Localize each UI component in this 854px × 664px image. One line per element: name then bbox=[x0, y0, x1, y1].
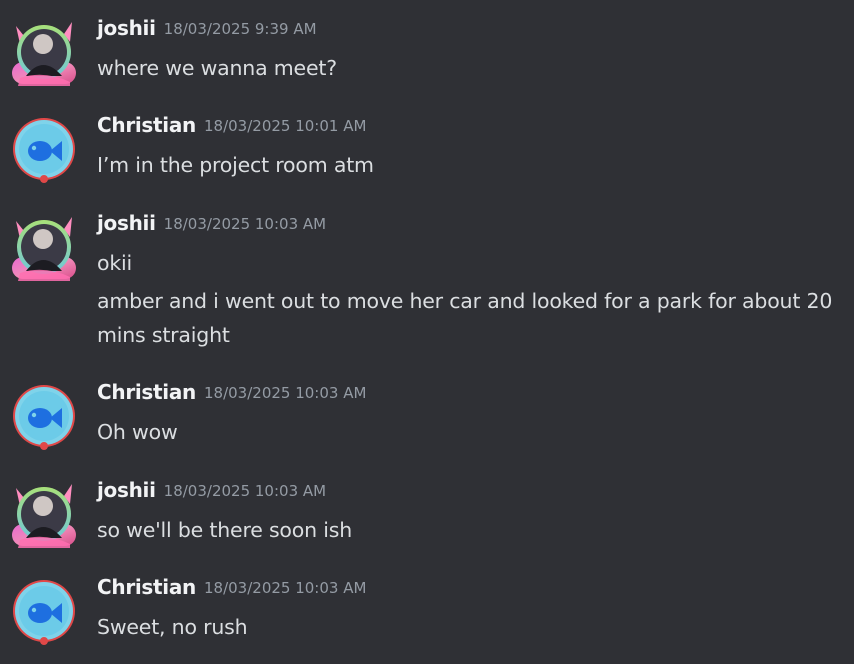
message-header: Christian 18/03/2025 10:03 AM bbox=[97, 380, 366, 404]
author-name[interactable]: joshii bbox=[97, 478, 156, 502]
message-text: Oh wow bbox=[97, 420, 178, 444]
author-name[interactable]: Christian bbox=[97, 113, 196, 137]
message-text: mins straight bbox=[97, 323, 230, 347]
author-name[interactable]: Christian bbox=[97, 575, 196, 599]
timestamp[interactable]: 18/03/2025 10:01 AM bbox=[204, 117, 366, 135]
message-text: so we'll be there soon ish bbox=[97, 518, 352, 542]
timestamp[interactable]: 18/03/2025 9:39 AM bbox=[164, 20, 317, 38]
fish-avatar[interactable] bbox=[10, 113, 78, 185]
timestamp[interactable]: 18/03/2025 10:03 AM bbox=[164, 215, 326, 233]
chat-log: joshii 18/03/2025 9:39 AM where we wanna … bbox=[0, 0, 854, 664]
timestamp[interactable]: 18/03/2025 10:03 AM bbox=[204, 579, 366, 597]
message-header: Christian 18/03/2025 10:03 AM bbox=[97, 575, 366, 599]
author-name[interactable]: joshii bbox=[97, 16, 156, 40]
fish-avatar[interactable] bbox=[10, 575, 78, 647]
message-text: where we wanna meet? bbox=[97, 56, 337, 80]
message-text: okii bbox=[97, 251, 133, 275]
message-header: joshii 18/03/2025 10:03 AM bbox=[97, 211, 326, 235]
timestamp[interactable]: 18/03/2025 10:03 AM bbox=[204, 384, 366, 402]
joshii-avatar[interactable] bbox=[10, 478, 78, 550]
message-header: Christian 18/03/2025 10:01 AM bbox=[97, 113, 366, 137]
message-text: amber and i went out to move her car and… bbox=[97, 289, 833, 313]
timestamp[interactable]: 18/03/2025 10:03 AM bbox=[164, 482, 326, 500]
joshii-avatar[interactable] bbox=[10, 16, 78, 88]
author-name[interactable]: Christian bbox=[97, 380, 196, 404]
fish-avatar[interactable] bbox=[10, 380, 78, 452]
message-header: joshii 18/03/2025 9:39 AM bbox=[97, 16, 317, 40]
message-text: I’m in the project room atm bbox=[97, 153, 374, 177]
author-name[interactable]: joshii bbox=[97, 211, 156, 235]
joshii-avatar[interactable] bbox=[10, 211, 78, 283]
message-text: Sweet, no rush bbox=[97, 615, 248, 639]
message-header: joshii 18/03/2025 10:03 AM bbox=[97, 478, 326, 502]
